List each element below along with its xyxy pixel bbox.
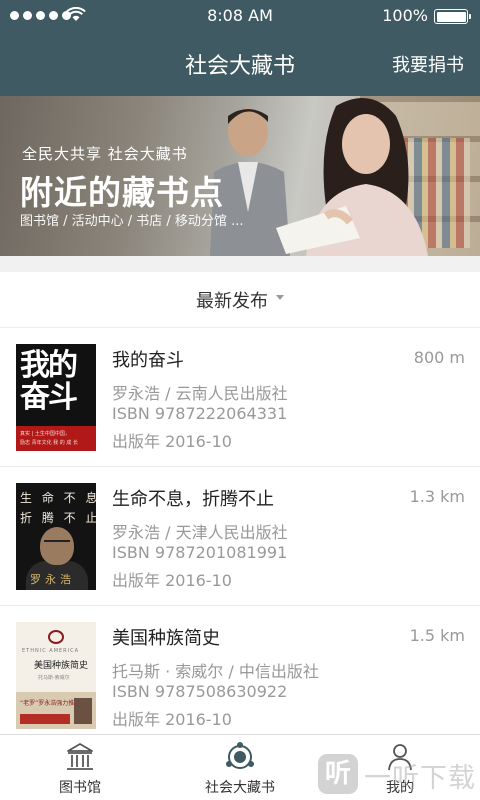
tab-label: 社会大藏书 [205, 780, 275, 796]
cover-red-box [20, 714, 70, 724]
book-author-publisher: 罗永浩 / 天津人民出版社 [112, 523, 288, 542]
cover-title: 生 命 不 息 [20, 491, 96, 505]
book-title: 生命不息，折腾不止 [112, 489, 274, 510]
watermark-text: 一听下载 [364, 763, 476, 794]
watermark-logo-icon: 听 [318, 754, 358, 794]
cover-recommendation: “老罗”罗永浩强力推荐 [20, 700, 81, 707]
book-cover: ETHNIC AMERICA 美国种族简史 托马斯·索威尔 “老罗”罗永浩强力推… [16, 622, 96, 729]
book-distance: 1.3 km [409, 487, 465, 506]
tab-label: 图书馆 [59, 780, 101, 796]
donate-book-button[interactable]: 我要捐书 [392, 51, 464, 77]
cover-title: 美国种族简史 [34, 661, 89, 671]
book-author-publisher: 罗永浩 / 云南人民出版社 [112, 384, 288, 403]
book-title: 美国种族简史 [112, 628, 220, 649]
woman-photo [276, 98, 428, 256]
book-isbn: ISBN 9787222064331 [112, 404, 288, 423]
cover-title: 我的奋斗 [20, 348, 78, 415]
community-books-icon [226, 742, 254, 769]
library-icon [67, 743, 93, 770]
banner-subtitle: 全民大共享 社会大藏书 [22, 145, 188, 163]
cover-band-text: 真实 | 土生中国中国， [20, 431, 70, 437]
book-list: 最新发布 我的奋斗 真实 | 土生中国中国， 励志 青年文化 我 的 成 长 我… [0, 272, 480, 745]
book-distance: 800 m [413, 348, 465, 367]
cover-portrait-face [40, 527, 74, 565]
battery-icon [434, 9, 471, 24]
book-publish-year: 出版年 2016-10 [112, 571, 232, 590]
book-list-item[interactable]: 生 命 不 息 折 腾 不 止 罗永浩 生命不息，折腾不止 1.3 km 罗永浩… [0, 467, 480, 606]
book-author-publisher: 托马斯 · 索威尔 / 中信出版社 [112, 662, 319, 681]
cover-english-title: ETHNIC AMERICA [22, 648, 80, 654]
sort-dropdown[interactable]: 最新发布 [0, 272, 480, 328]
publisher-logo-icon [48, 630, 64, 644]
book-publish-year: 出版年 2016-10 [112, 432, 232, 451]
status-bar: 8:08 AM 100% [0, 0, 480, 32]
book-list-item[interactable]: ETHNIC AMERICA 美国种族简史 托马斯·索威尔 “老罗”罗永浩强力推… [0, 606, 480, 745]
watermark: 听 一听下载 [318, 748, 480, 800]
book-title: 我的奋斗 [112, 350, 184, 371]
nearby-collection-banner[interactable]: 全民大共享 社会大藏书 附近的藏书点 图书馆 / 活动中心 / 书店 / 移动分… [0, 96, 480, 256]
book-cover: 生 命 不 息 折 腾 不 止 罗永浩 [16, 483, 96, 590]
caret-down-icon [276, 295, 284, 300]
banner-title: 附近的藏书点 [20, 173, 224, 212]
book-publish-year: 出版年 2016-10 [112, 710, 232, 729]
navigation-bar: 社会大藏书 我要捐书 [0, 32, 480, 96]
book-distance: 1.5 km [409, 626, 465, 645]
tab-library[interactable]: 图书馆 [0, 735, 160, 800]
tab-community-books[interactable]: 社会大藏书 [160, 735, 320, 800]
cover-author: 托马斯·索威尔 [38, 675, 70, 681]
book-isbn: ISBN 9787508630922 [112, 682, 288, 701]
book-cover: 我的奋斗 真实 | 土生中国中国， 励志 青年文化 我 的 成 长 [16, 344, 96, 451]
cover-photo [74, 698, 92, 724]
book-list-item[interactable]: 我的奋斗 真实 | 土生中国中国， 励志 青年文化 我 的 成 长 我的奋斗 8… [0, 328, 480, 467]
cover-portrait-glasses [44, 540, 70, 546]
battery-percentage: 100% [382, 6, 428, 25]
banner-tags: 图书馆 / 活动中心 / 书店 / 移动分馆 ... [20, 214, 244, 229]
cover-author: 罗永浩 [30, 573, 75, 586]
book-isbn: ISBN 9787201081991 [112, 543, 288, 562]
sort-label: 最新发布 [196, 290, 268, 312]
cover-band-text: 励志 青年文化 我 的 成 长 [20, 440, 78, 446]
cover-title: 折 腾 不 止 [20, 511, 96, 525]
